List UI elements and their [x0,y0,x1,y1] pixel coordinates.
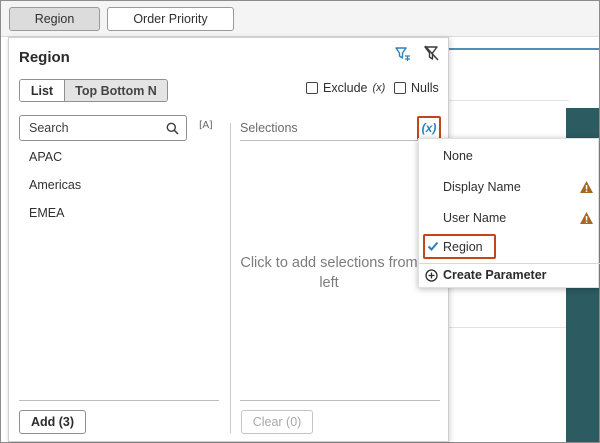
list-item[interactable]: APAC [29,150,62,164]
clear-filter-icon[interactable] [421,43,441,63]
nulls-checkbox-box[interactable] [394,82,406,94]
selections-underline [240,140,440,141]
parameter-button[interactable]: (x) [417,116,441,140]
mode-list-button[interactable]: List [20,80,65,101]
checkmark-icon [427,240,439,255]
parameter-menu: None Display Name User Name Region Creat… [418,138,600,288]
exclude-label: Exclude [323,81,368,95]
mode-top-bottom-button[interactable]: Top Bottom N [65,80,167,101]
nulls-label: Nulls [411,81,439,95]
background-accent-line [449,48,599,50]
empty-selections-hint: Click to add selections from left [240,255,418,291]
column-divider [230,123,231,433]
filter-chip-region[interactable]: Region [9,7,100,31]
list-item[interactable]: Americas [29,178,81,192]
filter-chip-order-priority[interactable]: Order Priority [107,7,234,31]
background-divider [449,327,569,328]
filter-popup: Region List Top Bottom N Exclude (x) Nul… [8,37,449,442]
selections-label: Selections [240,121,298,135]
menu-item-label: Region [443,240,483,254]
filter-bar: Region Order Priority [1,1,599,37]
menu-item-region[interactable]: Region [419,235,600,259]
menu-item-none[interactable]: None [419,144,600,168]
create-parameter-label: Create Parameter [443,268,547,282]
match-case-icon[interactable]: [A] [199,120,213,131]
menu-separator [419,263,600,264]
menu-item-label: None [443,149,473,163]
search-field[interactable] [19,115,187,141]
values-footer-divider [19,400,219,401]
parameter-icon: (x) [372,82,386,94]
search-input[interactable] [29,121,159,135]
nulls-checkbox[interactable]: Nulls [394,81,439,95]
selections-footer-divider [240,400,440,401]
list-item[interactable]: EMEA [29,206,64,220]
exclude-checkbox[interactable]: Exclude (x) [306,81,385,95]
clear-button[interactable]: Clear (0) [241,410,313,434]
create-parameter-item[interactable]: Create Parameter [425,268,547,282]
warning-icon [579,211,594,228]
exclude-checkbox-box[interactable] [306,82,318,94]
menu-item-user-name[interactable]: User Name [419,206,600,230]
background-divider [449,100,569,101]
menu-item-label: User Name [443,211,507,225]
menu-item-label: Display Name [443,180,521,194]
popup-title: Region [19,49,70,66]
warning-icon [579,180,594,197]
search-icon[interactable] [166,122,179,138]
mode-toggle: List Top Bottom N [19,79,168,102]
filter-settings-icon[interactable] [393,44,413,64]
menu-item-display-name[interactable]: Display Name [419,175,600,199]
plus-circle-icon [425,268,438,282]
add-button[interactable]: Add (3) [19,410,86,434]
